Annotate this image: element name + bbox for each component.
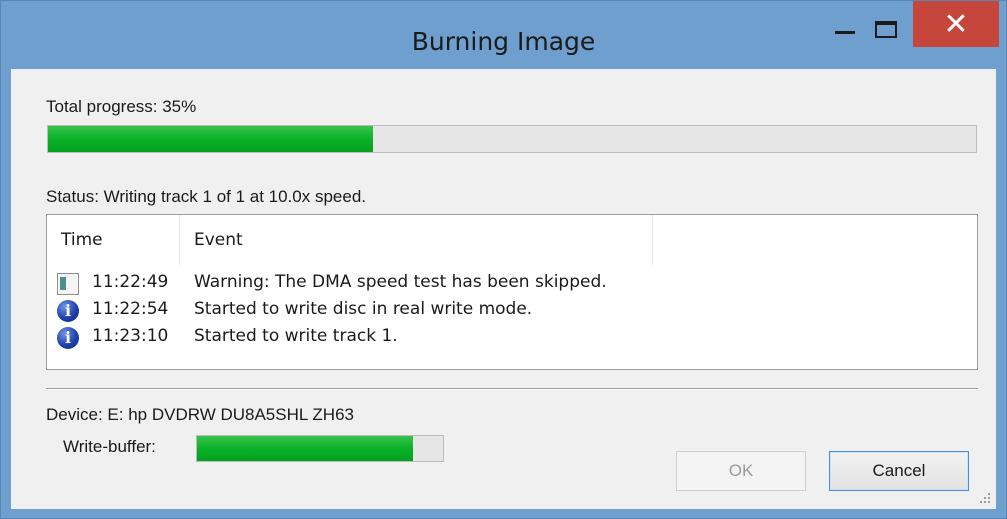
total-progress-label: Total progress: 35% xyxy=(46,97,197,116)
info-icon: i xyxy=(57,300,79,322)
log-time: 11:22:54 xyxy=(92,299,169,319)
write-buffer-bar xyxy=(196,435,444,462)
write-buffer-label: Write-buffer: xyxy=(63,437,156,456)
column-header-event[interactable]: Event xyxy=(180,215,653,265)
log-time: 11:23:10 xyxy=(92,326,169,346)
cancel-button[interactable]: Cancel xyxy=(829,451,969,491)
log-row[interactable]: i 11:22:54 Started to write disc in real… xyxy=(47,297,977,324)
log-event: Started to write track 1. xyxy=(194,326,398,346)
total-progress-fill xyxy=(48,126,373,152)
ok-button[interactable]: OK xyxy=(676,451,806,491)
device-label: Device: E: hp DVDRW DU8A5SHL ZH63 xyxy=(46,405,354,424)
burning-image-window: Burning Image ✕ Total progress: 35% Stat… xyxy=(0,0,1007,519)
column-header-time[interactable]: Time xyxy=(47,215,180,265)
title-bar[interactable]: Burning Image ✕ xyxy=(1,1,1006,69)
resize-grip-icon[interactable] xyxy=(978,491,990,503)
maximize-icon xyxy=(875,21,897,38)
maximize-button[interactable] xyxy=(867,1,911,45)
log-time: 11:22:49 xyxy=(92,272,169,292)
log-row[interactable]: i 11:23:10 Started to write track 1. xyxy=(47,324,977,351)
log-event: Warning: The DMA speed test has been ski… xyxy=(194,272,607,292)
minimize-icon xyxy=(835,31,855,34)
event-log-header: Time Event xyxy=(47,215,977,265)
status-text: Status: Writing track 1 of 1 at 10.0x sp… xyxy=(46,187,367,206)
close-button[interactable]: ✕ xyxy=(913,1,999,47)
log-event: Started to write disc in real write mode… xyxy=(194,299,533,319)
total-progress-bar xyxy=(47,125,977,153)
dialog-body: Total progress: 35% Status: Writing trac… xyxy=(11,69,996,509)
column-header-empty[interactable] xyxy=(653,215,977,265)
close-icon: ✕ xyxy=(943,7,969,42)
log-row[interactable]: 11:22:49 Warning: The DMA speed test has… xyxy=(47,270,977,297)
write-buffer-fill xyxy=(197,436,414,461)
drive-icon xyxy=(57,273,79,295)
divider xyxy=(46,388,978,390)
minimize-button[interactable] xyxy=(823,1,867,45)
event-log-list[interactable]: Time Event 11:22:49 Warning: The DMA spe… xyxy=(46,214,978,370)
info-icon: i xyxy=(57,327,79,349)
